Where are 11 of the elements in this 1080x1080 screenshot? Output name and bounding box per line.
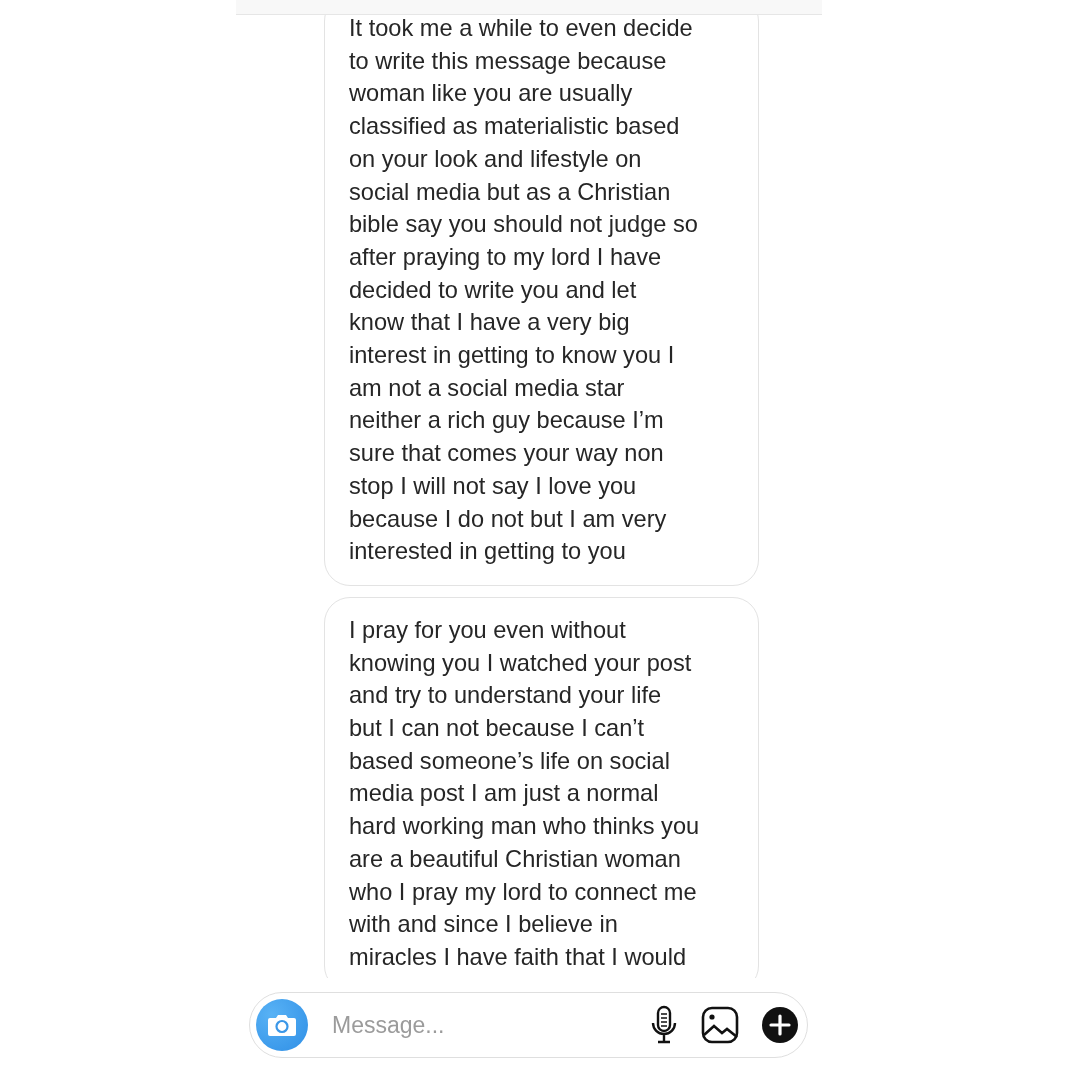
camera-button[interactable] bbox=[256, 999, 308, 1051]
add-button[interactable] bbox=[761, 1006, 799, 1044]
image-icon bbox=[701, 1006, 739, 1044]
message-text: I pray for you even without knowing you I watched your post and try to understand your life but I can not because I can’t based someone’s life on social media post I am just a normal hard working man who thinks you are a beautiful Christian woman who I pray my lord to connect me with and since I believe in miracles I have faith that I would bbox=[349, 616, 700, 970]
plus-icon bbox=[761, 1006, 799, 1044]
microphone-icon bbox=[649, 1005, 679, 1045]
gallery-button[interactable] bbox=[701, 1006, 739, 1044]
microphone-button[interactable] bbox=[649, 1005, 679, 1045]
message-text: It took me a while to even decide to write this message because woman like you are usually classified as materialistic based on your look and lifestyle on social media but as a Christian bible say you should not judge so after praying to my lord I have decided to write you and let know that I have a very big interest in getting to know you I am not a social media star neither a rich guy because I’m sure that comes your way non stop I will not say I love you because I do not but I am very interested in getting to you bbox=[349, 15, 698, 565]
camera-icon bbox=[267, 1012, 297, 1038]
message-field[interactable]: Message... bbox=[330, 1010, 627, 1040]
